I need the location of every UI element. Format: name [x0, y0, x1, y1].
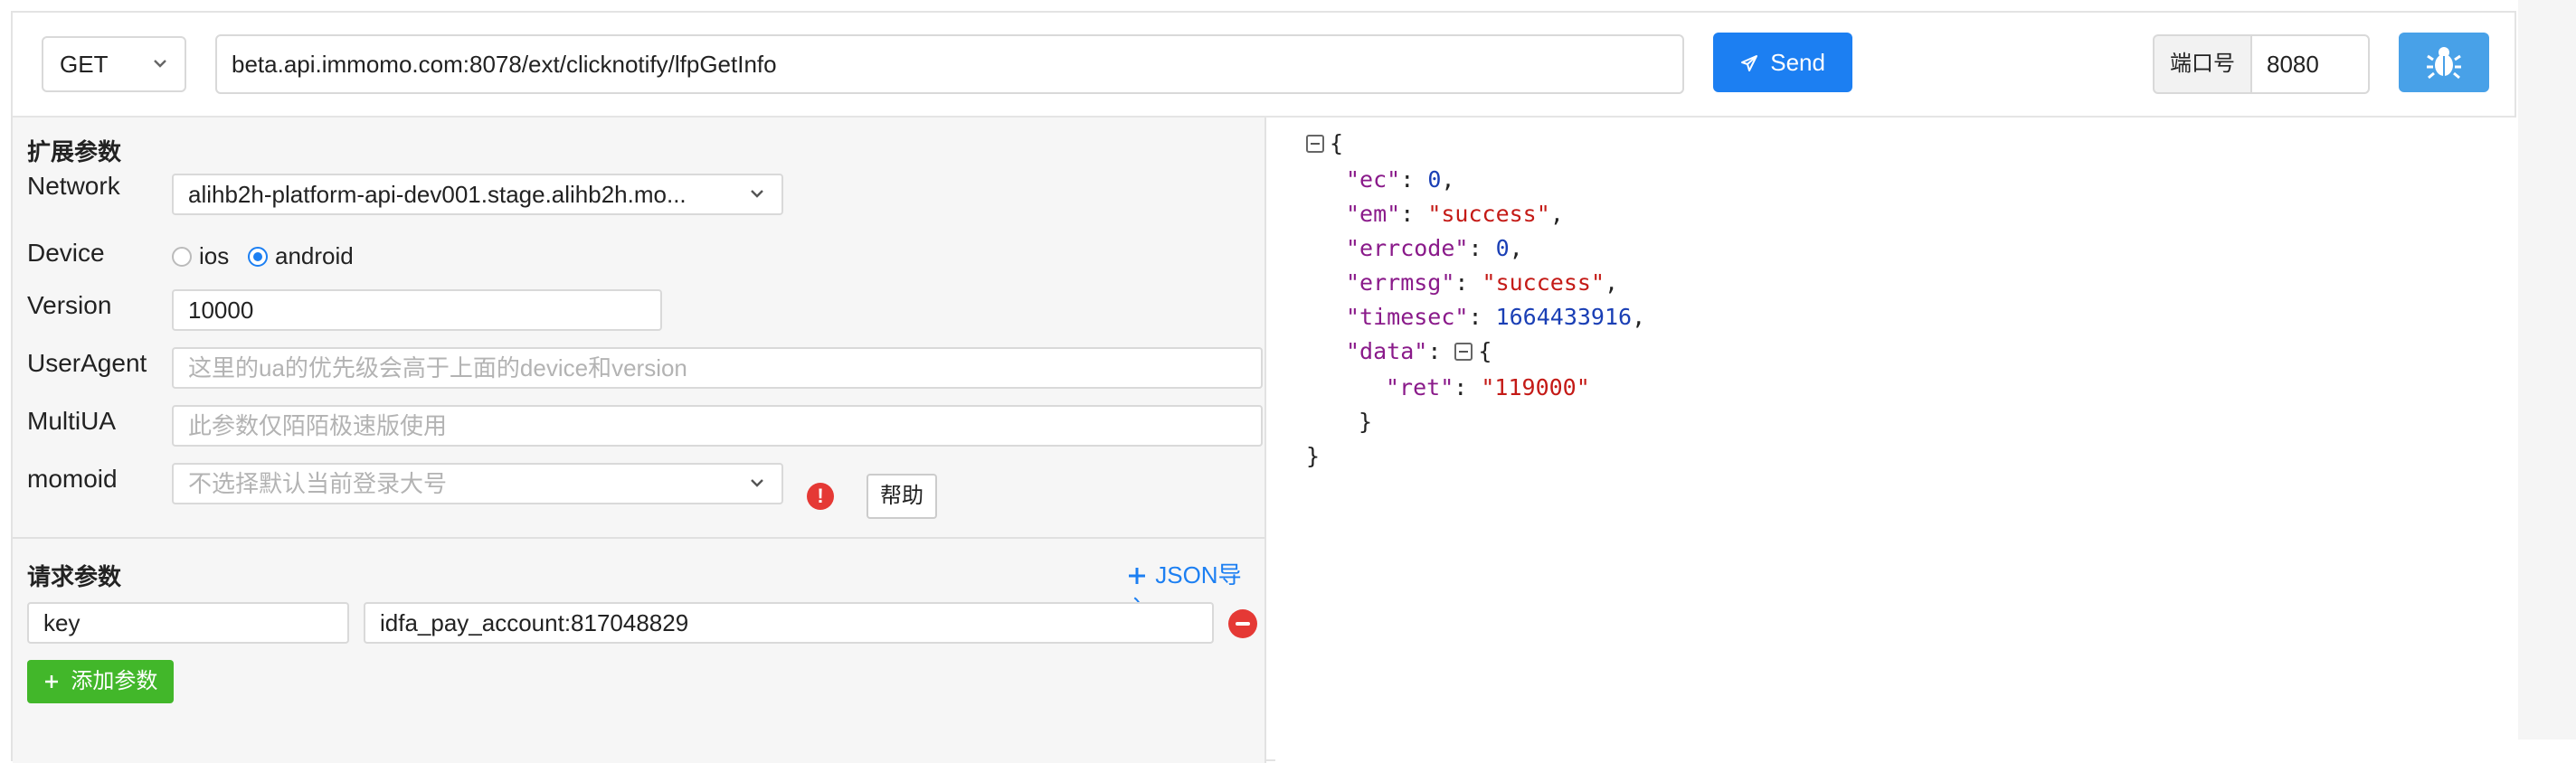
- section-divider: [13, 537, 1264, 539]
- device-option-android: android: [275, 242, 354, 269]
- param-value-input[interactable]: idfa_pay_account:817048829: [364, 602, 1214, 644]
- json-root-open: {: [1306, 127, 1343, 161]
- json-value-em: "success": [1427, 201, 1550, 227]
- chevron-down-icon: [749, 175, 765, 213]
- json-value-errcode: 0: [1495, 235, 1510, 261]
- add-param-button[interactable]: 添加参数: [27, 660, 174, 703]
- main-frame: GET beta.api.immomo.com:8078/ext/clickno…: [11, 11, 2516, 763]
- warning-icon: !: [807, 483, 834, 510]
- json-line-ret: "ret": "119000": [1386, 374, 1590, 400]
- help-button[interactable]: 帮助: [867, 474, 937, 519]
- window-edge: [2518, 0, 2576, 739]
- json-line-em: "em": "success",: [1346, 201, 1564, 227]
- multiua-input[interactable]: 此参数仅陌陌极速版使用: [172, 405, 1263, 447]
- radio-ios-icon: [172, 247, 192, 267]
- bug-icon: [2399, 47, 2489, 96]
- api-debugger-page: GET beta.api.immomo.com:8078/ext/clickno…: [0, 0, 2576, 763]
- device-label: Device: [27, 239, 105, 267]
- version-input[interactable]: 10000: [172, 289, 662, 331]
- multiua-label: MultiUA: [27, 407, 117, 435]
- request-params-title: 请求参数: [27, 563, 122, 590]
- json-value-timesec: 1664433916: [1495, 304, 1633, 330]
- json-line-errcode: "errcode": 0,: [1346, 235, 1523, 261]
- minus-circle-icon[interactable]: [1228, 609, 1257, 638]
- network-select[interactable]: alihb2h-platform-api-dev001.stage.alihb2…: [172, 174, 783, 215]
- useragent-input[interactable]: 这里的ua的优先级会高于上面的device和version: [172, 347, 1263, 389]
- version-label: Version: [27, 291, 112, 319]
- param-key-input[interactable]: key: [27, 602, 349, 644]
- json-value-ret: "119000": [1481, 374, 1590, 400]
- json-value-errmsg: "success": [1482, 269, 1605, 296]
- method-select[interactable]: GET: [42, 36, 186, 92]
- json-line-ec: "ec": 0,: [1346, 166, 1455, 193]
- debug-button[interactable]: [2399, 33, 2489, 92]
- send-label: Send: [1770, 49, 1825, 76]
- send-button[interactable]: Send: [1713, 33, 1852, 92]
- json-value-ec: 0: [1427, 166, 1442, 193]
- momoid-placeholder: 不选择默认当前登录大号: [188, 470, 448, 497]
- url-input[interactable]: beta.api.immomo.com:8078/ext/clicknotify…: [215, 34, 1684, 94]
- network-value: alihb2h-platform-api-dev001.stage.alihb2…: [188, 181, 687, 208]
- collapse-square-icon[interactable]: [1306, 135, 1324, 153]
- json-root-close: }: [1306, 443, 1321, 469]
- network-label: Network: [27, 172, 120, 200]
- port-input[interactable]: 8080: [2250, 34, 2370, 94]
- useragent-label: UserAgent: [27, 349, 147, 377]
- response-viewer: { "ec": 0, "em": "success", "errcode": 0…: [1275, 118, 2516, 763]
- plus-icon: [43, 669, 71, 693]
- device-radio-android[interactable]: android: [248, 242, 354, 270]
- chevron-down-icon: [152, 38, 168, 110]
- collapse-square-icon[interactable]: [1454, 343, 1473, 361]
- request-bar: GET beta.api.immomo.com:8078/ext/clickno…: [13, 13, 2514, 118]
- ext-params-title: 扩展参数: [27, 138, 122, 165]
- momoid-select[interactable]: 不选择默认当前登录大号: [172, 463, 783, 504]
- json-line-timesec: "timesec": 1664433916,: [1346, 304, 1646, 330]
- port-label: 端口号: [2153, 34, 2252, 94]
- params-panel: 扩展参数 Network alihb2h-platform-api-dev001…: [13, 118, 1266, 763]
- json-line-data: "data": {: [1346, 338, 1492, 364]
- radio-android-selected-icon: [248, 247, 268, 267]
- add-param-label: 添加参数: [71, 669, 158, 693]
- paper-plane-icon: [1740, 49, 1770, 76]
- device-radio-ios[interactable]: ios: [172, 242, 229, 270]
- json-data-close: }: [1359, 409, 1373, 435]
- method-value: GET: [60, 51, 109, 78]
- chevron-down-icon: [749, 465, 765, 503]
- json-line-errmsg: "errmsg": "success",: [1346, 269, 1619, 296]
- plus-icon: [1127, 561, 1155, 589]
- momoid-label: momoid: [27, 465, 118, 493]
- device-option-ios: ios: [199, 242, 230, 269]
